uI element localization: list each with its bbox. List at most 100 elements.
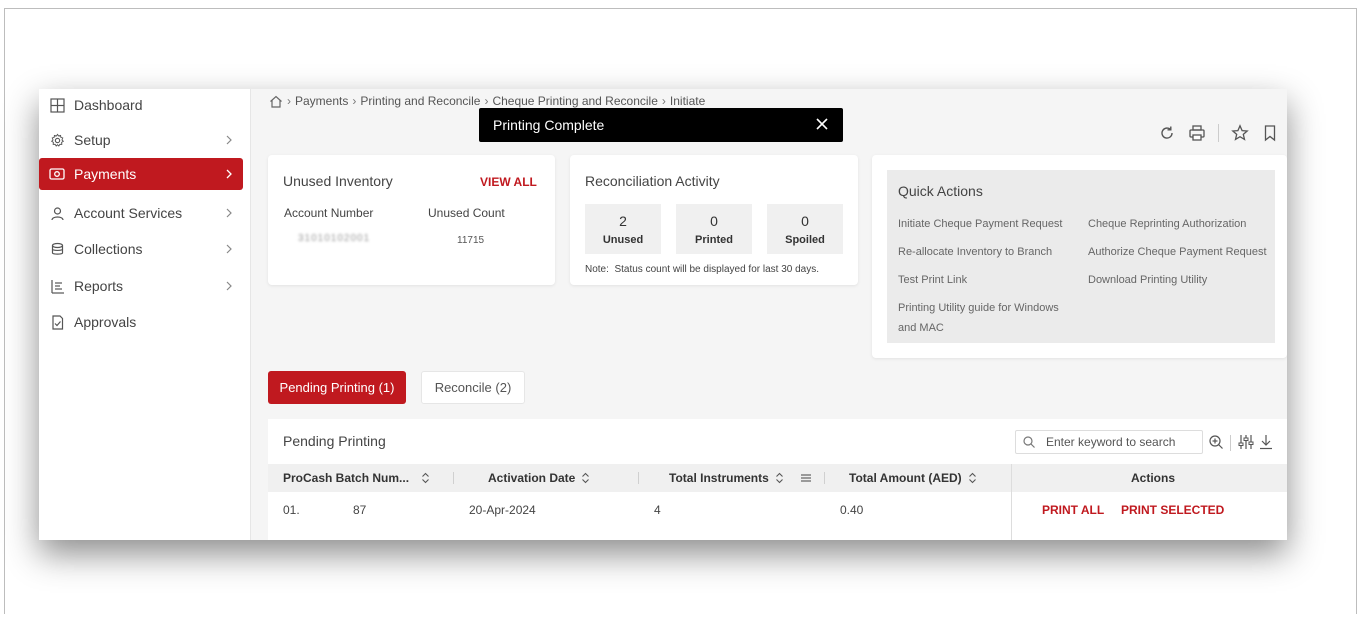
cell-activation-date: 20-Apr-2024 [469,503,536,517]
app-window: Dashboard Setup Payments Account Service… [39,89,1287,540]
close-icon[interactable] [815,117,829,131]
user-icon [49,205,65,221]
chevron-right-icon [226,135,232,145]
collections-icon [49,241,65,257]
sort-icon[interactable] [421,472,430,484]
print-icon[interactable] [1188,124,1206,142]
stat-value: 0 [801,213,809,229]
stat-label: Unused [602,234,644,246]
payments-icon [49,166,65,182]
unused-inventory-card: Unused Inventory VIEW ALL Account Number… [268,155,555,285]
stat-label: Spoiled [785,234,825,246]
search-input[interactable] [1044,434,1198,450]
unused-count-header: Unused Count [428,206,505,220]
sidebar-item-payments[interactable]: Payments [39,158,243,190]
sidebar-item-label: Setup [74,132,111,148]
sidebar-item-approvals[interactable]: Approvals [39,306,243,338]
breadcrumb-item-payments[interactable]: Payments [295,94,348,108]
sidebar-item-label: Approvals [74,314,137,330]
quick-action-cheque-reprinting[interactable]: Cheque Reprinting Authorization [1088,214,1246,234]
chevron-right-icon [226,244,232,254]
cell-batch-prefix: 01. [283,503,300,517]
sidebar-item-setup[interactable]: Setup [39,124,243,156]
chevron-right-icon [226,169,232,179]
sort-icon[interactable] [968,472,977,484]
print-selected-button[interactable]: PRINT SELECTED [1121,492,1224,528]
reconciliation-activity-card: Reconciliation Activity 2 Unused 0 Print… [570,155,858,285]
sidebar-item-collections[interactable]: Collections [39,233,243,265]
table-header: ProCash Batch Num... Activation Date Tot… [268,464,1287,492]
star-icon[interactable] [1231,124,1249,142]
cell-batch-suffix: 87 [353,503,367,517]
column-header-activation-date[interactable]: Activation Date [488,464,590,492]
sidebar-item-dashboard[interactable]: Dashboard [39,89,243,121]
stat-printed: 0 Printed [676,204,752,254]
main-content: › Payments › Printing and Reconcile › Ch… [251,89,1287,540]
quick-action-download-utility[interactable]: Download Printing Utility [1088,270,1207,290]
sidebar-item-label: Account Services [74,205,183,221]
refresh-icon[interactable] [1158,124,1176,142]
download-icon[interactable] [1259,434,1273,450]
bookmark-icon[interactable] [1261,124,1279,142]
home-icon[interactable] [269,95,283,108]
sidebar-item-account-services[interactable]: Account Services [39,197,243,229]
column-header-actions: Actions [1131,471,1176,485]
search-icon [1023,436,1035,448]
tab-pending-printing[interactable]: Pending Printing (1) [268,371,406,404]
zoom-in-icon[interactable] [1208,434,1224,450]
stat-spoiled: 0 Spoiled [767,204,843,254]
sort-icon[interactable] [775,472,784,484]
column-header-batch[interactable]: ProCash Batch Num... [283,464,430,492]
sidebar-item-label: Collections [74,241,143,257]
pending-printing-table-card: Pending Printing ProCash Batch Num... Ac… [268,419,1287,540]
unused-count-value: 11715 [457,235,485,246]
toast-message: Printing Complete [493,117,605,133]
sidebar: Dashboard Setup Payments Account Service… [39,89,251,540]
approvals-icon [49,314,65,330]
dashboard-icon [49,97,65,113]
reconciliation-title: Reconciliation Activity [585,173,720,189]
breadcrumb: › Payments › Printing and Reconcile › Ch… [269,94,705,108]
sort-icon[interactable] [581,472,590,484]
gear-icon [49,132,65,148]
filter-settings-icon[interactable] [1238,434,1254,450]
table-title: Pending Printing [283,433,386,449]
quick-action-test-print[interactable]: Test Print Link [898,270,967,290]
sidebar-item-label: Payments [74,166,137,182]
quick-action-printing-guide[interactable]: Printing Utility guide for Windows and M… [898,298,1068,338]
reports-icon [49,278,65,294]
sidebar-item-reports[interactable]: Reports [39,270,243,302]
stat-value: 2 [619,213,627,229]
stat-unused: 2 Unused [585,204,661,254]
column-header-total-instruments[interactable]: Total Instruments [669,464,812,492]
page-toolbar [1158,124,1279,142]
quick-actions-card: Quick Actions Initiate Cheque Payment Re… [872,155,1287,358]
breadcrumb-item-initiate: Initiate [669,94,706,108]
breadcrumb-item-printing-reconcile[interactable]: Printing and Reconcile [360,94,480,108]
print-all-button[interactable]: PRINT ALL [1042,492,1104,528]
search-box [1015,430,1203,454]
toast-notification: Printing Complete [479,108,843,142]
column-header-total-amount[interactable]: Total Amount (AED) [849,464,977,492]
stat-value: 0 [710,213,718,229]
cell-total-instruments: 4 [654,503,661,517]
chevron-right-icon [226,208,232,218]
sidebar-item-label: Reports [74,278,124,294]
view-all-link[interactable]: VIEW ALL [480,175,537,189]
table-row: 01. 87 20-Apr-2024 4 0.40 PRINT ALL PRIN… [268,492,1287,528]
chevron-right-icon [226,281,232,291]
status-note: Note: Status count will be displayed for… [585,264,820,275]
account-number-value: 31010102001 [298,233,371,244]
quick-action-reallocate-inventory[interactable]: Re-allocate Inventory to Branch [898,242,1052,262]
tab-reconcile[interactable]: Reconcile (2) [421,371,525,404]
breadcrumb-item-cheque-printing[interactable]: Cheque Printing and Reconcile [492,94,657,108]
quick-action-initiate-cheque[interactable]: Initiate Cheque Payment Request [898,214,1063,234]
stat-label: Printed [695,234,733,246]
quick-actions-panel: Quick Actions Initiate Cheque Payment Re… [887,170,1275,343]
cell-total-amount: 0.40 [840,503,864,517]
unused-inventory-title: Unused Inventory [283,173,393,189]
sidebar-item-label: Dashboard [74,97,143,113]
quick-action-authorize-cheque[interactable]: Authorize Cheque Payment Request [1088,242,1267,262]
column-menu-icon[interactable] [800,473,812,483]
quick-actions-title: Quick Actions [898,183,983,199]
